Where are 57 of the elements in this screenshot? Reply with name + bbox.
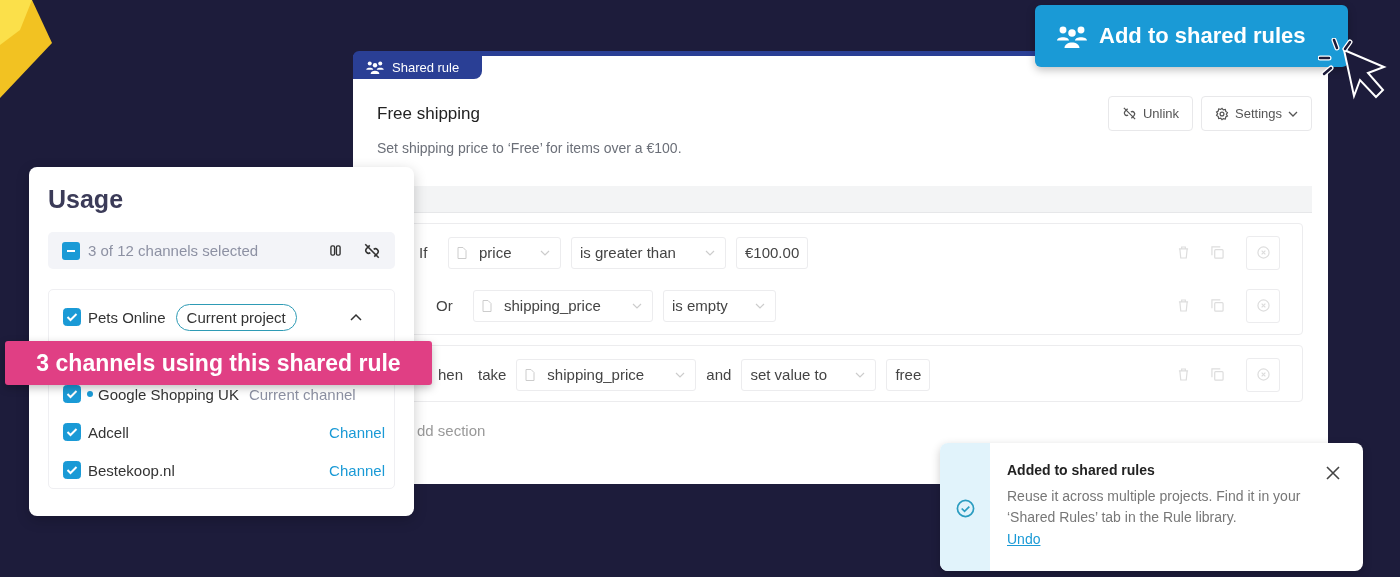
field-select[interactable]: shipping_price (516, 358, 697, 391)
unlink-icon[interactable] (363, 241, 381, 260)
people-icon (366, 60, 384, 74)
action-joiner: and (706, 366, 732, 383)
field-select[interactable]: shipping_price (473, 289, 653, 322)
selection-count: 3 of 12 channels selected (88, 242, 259, 259)
settings-button[interactable]: Settings (1201, 96, 1312, 131)
condition-connector: Or (436, 297, 454, 314)
checkbox[interactable] (63, 385, 81, 403)
people-icon (1057, 24, 1087, 48)
caret-icon (632, 302, 642, 309)
channel-tag: Channel (329, 461, 385, 479)
select-all-checkbox[interactable] (62, 241, 80, 260)
x-circle-icon (1256, 246, 1270, 259)
file-icon (457, 246, 467, 259)
channel-name: Google Shopping UK (98, 385, 239, 403)
close-icon[interactable] (1326, 466, 1340, 480)
operator-select[interactable]: set value to (741, 358, 877, 391)
caret-icon (855, 371, 866, 378)
chevron-icon[interactable] (350, 313, 362, 321)
status-dot (87, 391, 93, 397)
value-field[interactable]: free (886, 358, 931, 391)
rule-description: Set shipping price to ‘Free’ for items over a €100. (377, 140, 682, 156)
file-icon (525, 368, 536, 381)
file-icon (482, 299, 492, 312)
caret-icon (705, 249, 715, 256)
caret-icon (675, 371, 686, 378)
value-field[interactable]: €100.00 (736, 236, 809, 269)
rule-title: Free shipping (377, 104, 481, 124)
operator-select[interactable]: is greater than (571, 236, 726, 269)
action-verb: take (478, 366, 507, 383)
caret-icon (755, 302, 765, 309)
channel-name: Adcell (88, 423, 129, 441)
gear-icon (1215, 106, 1229, 121)
caret-icon (540, 249, 550, 256)
x-circle-icon (1256, 368, 1270, 381)
check-circle-icon (955, 498, 975, 518)
unlink-button[interactable]: Unlink (1107, 96, 1193, 131)
checkbox[interactable] (63, 461, 81, 479)
toast-title: Added to shared rules (1007, 462, 1156, 478)
project-name: Pets Online (88, 308, 166, 326)
condition-connector: If (419, 244, 429, 261)
operator-select[interactable]: is empty (663, 289, 776, 322)
checkbox[interactable] (63, 308, 81, 326)
caret-icon (1288, 110, 1298, 117)
action-connector: hen (438, 366, 465, 383)
usage-title: Usage (48, 185, 125, 214)
channel-name: Bestekoop.nl (88, 461, 175, 479)
toast-message: Reuse it across multiple projects. Find it in your ‘Shared Rules’ tab in the Rule library. (1007, 487, 1302, 527)
field-select[interactable]: price (448, 236, 561, 269)
channel-tag: Current channel (248, 385, 356, 403)
channel-tag: Channel (329, 423, 385, 441)
callout-banner: 3 channels using this shared rule (5, 341, 432, 385)
columns-icon[interactable] (330, 245, 341, 256)
checkbox[interactable] (63, 423, 81, 441)
unlink-icon (1121, 106, 1137, 121)
x-circle-icon (1256, 299, 1270, 312)
